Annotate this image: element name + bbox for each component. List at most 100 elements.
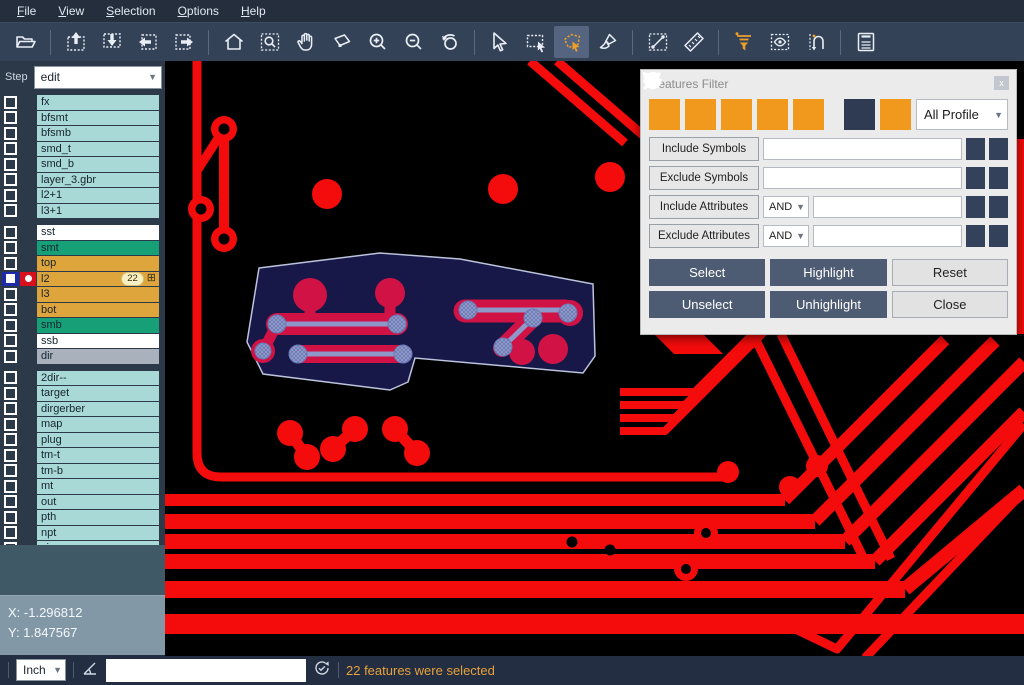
layer-row-l3+1[interactable]: l3+1 [2,204,159,219]
reset-button[interactable]: Reset [892,259,1008,286]
layer-visibility-checkbox[interactable] [2,225,19,240]
layer-visibility-checkbox[interactable] [2,95,19,110]
log-panel-icon[interactable] [848,26,883,58]
layer-row-l2[interactable]: l222⊞ [2,272,159,287]
active-layer-indicator[interactable] [20,386,36,401]
pick-symbol-add-icon[interactable] [989,138,1008,160]
features-filter-icon[interactable] [726,26,761,58]
layer-visibility-checkbox[interactable] [2,142,19,157]
grid-icon[interactable]: ⊞ [147,273,156,284]
active-layer-indicator[interactable] [20,526,36,541]
step-select[interactable]: edit ▼ [34,66,162,89]
layer-visibility-checkbox[interactable] [2,417,19,432]
active-layer-indicator[interactable] [20,371,36,386]
layer-visibility-checkbox[interactable] [2,433,19,448]
select-rectangle-icon[interactable] [518,26,553,58]
layer-name[interactable]: l3+1 [37,204,159,219]
layer-row-smd_b[interactable]: smd_b [2,157,159,172]
layer-visibility-checkbox[interactable] [2,495,19,510]
active-layer-indicator[interactable] [20,318,36,333]
measure-distance-icon[interactable] [640,26,675,58]
menu-help[interactable]: Help [230,0,277,22]
layer-row-dir[interactable]: dir [2,349,159,364]
open-file-icon[interactable] [8,26,43,58]
layer-visibility-checkbox[interactable] [2,256,19,271]
active-layer-indicator[interactable] [20,256,36,271]
zoom-in-icon[interactable] [360,26,395,58]
layer-name[interactable]: l222⊞ [37,272,159,287]
layer-name[interactable]: layer_3.gbr [37,173,159,188]
layer-name[interactable]: tm-t [37,448,159,463]
pick-symbol-add-icon[interactable] [989,167,1008,189]
ruler-icon[interactable] [676,26,711,58]
active-layer-indicator[interactable] [20,464,36,479]
pick-attribute-add-icon[interactable] [989,225,1008,247]
select-button[interactable]: Select [649,259,765,286]
layer-name[interactable]: tm-b [37,464,159,479]
view-options-icon[interactable] [762,26,797,58]
active-layer-indicator[interactable] [20,188,36,203]
layer-name[interactable]: l3 [37,287,159,302]
active-layer-indicator[interactable] [20,417,36,432]
active-layer-indicator[interactable] [20,287,36,302]
layer-name[interactable]: sst [37,225,159,240]
layer-visibility-checkbox[interactable] [2,371,19,386]
layer-name[interactable]: fx [37,95,159,110]
pick-symbol-icon[interactable] [966,138,985,160]
active-layer-indicator[interactable] [20,349,36,364]
layer-row-bfsmt[interactable]: bfsmt [2,111,159,126]
layer-name[interactable]: target [37,386,159,401]
active-layer-indicator[interactable] [20,126,36,141]
exclude-symbols-button[interactable]: Exclude Symbols [649,166,759,190]
pick-attribute-add-icon[interactable] [989,196,1008,218]
close-icon[interactable]: x [994,76,1009,90]
close-button[interactable]: Close [892,291,1008,318]
layer-row-l2+1[interactable]: l2+1 [2,188,159,203]
active-layer-indicator[interactable] [20,272,36,287]
layer-visibility-checkbox[interactable] [2,526,19,541]
layer-name[interactable]: ssb [37,334,159,349]
layer-name[interactable]: l2+1 [37,188,159,203]
layer-name[interactable]: smd_b [37,157,159,172]
layer-row-bfsmb[interactable]: bfsmb [2,126,159,141]
active-layer-indicator[interactable] [20,157,36,172]
refresh-check-icon[interactable] [313,659,331,682]
pan-right-icon[interactable] [166,26,201,58]
select-cursor-icon[interactable] [482,26,517,58]
active-layer-indicator[interactable] [20,448,36,463]
command-input[interactable] [106,659,306,682]
filter-surface-button[interactable] [721,99,752,130]
active-layer-indicator[interactable] [20,303,36,318]
profile-select[interactable]: All Profile ▼ [916,99,1008,130]
layer-name[interactable]: out [37,495,159,510]
layer-row-smt[interactable]: smt [2,241,159,256]
layer-name[interactable]: smd_t [37,142,159,157]
layer-visibility-checkbox[interactable] [2,188,19,203]
filter-arc-button[interactable] [757,99,788,130]
layer-visibility-checkbox[interactable] [2,111,19,126]
zoom-area-icon[interactable] [324,26,359,58]
highlight-button[interactable]: Highlight [770,259,886,286]
layer-row-fx[interactable]: fx [2,95,159,110]
menu-selection[interactable]: Selection [95,0,166,22]
layer-visibility-checkbox[interactable] [2,349,19,364]
layer-visibility-checkbox[interactable] [2,448,19,463]
layer-row-layer_3.gbr[interactable]: layer_3.gbr [2,173,159,188]
layer-visibility-checkbox[interactable] [2,318,19,333]
select-polygon-icon[interactable] [554,26,589,58]
layer-name[interactable]: top [37,256,159,271]
pan-up-icon[interactable] [58,26,93,58]
include-attributes-button[interactable]: Include Attributes [649,195,759,219]
layer-row-2dir--[interactable]: 2dir-- [2,371,159,386]
layer-name[interactable]: npt [37,526,159,541]
active-layer-indicator[interactable] [20,433,36,448]
layer-row-mt[interactable]: mt [2,479,159,494]
menu-file[interactable]: File [6,0,47,22]
layer-visibility-checkbox[interactable] [2,479,19,494]
layer-visibility-checkbox[interactable] [2,126,19,141]
layer-row-pth[interactable]: pth [2,510,159,525]
layer-visibility-checkbox[interactable] [2,334,19,349]
layer-row-top[interactable]: top [2,256,159,271]
dialog-titlebar[interactable]: Features Filter x [641,70,1016,95]
active-layer-indicator[interactable] [20,510,36,525]
